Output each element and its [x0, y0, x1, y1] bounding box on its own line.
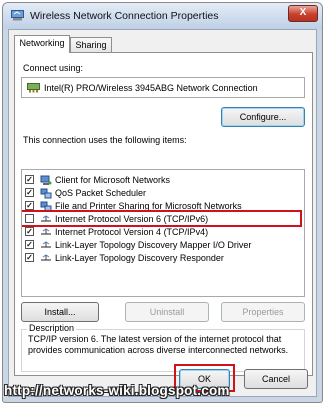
- configure-button[interactable]: Configure...: [221, 107, 305, 127]
- close-button[interactable]: X: [288, 5, 318, 22]
- protocol-icon: [41, 241, 51, 248]
- item-checkbox[interactable]: ✓: [25, 240, 34, 249]
- item-label: Internet Protocol Version 4 (TCP/IPv4): [55, 227, 209, 237]
- item-label: Client for Microsoft Networks: [55, 175, 171, 185]
- item-label: QoS Packet Scheduler: [55, 188, 147, 198]
- uninstall-button[interactable]: Uninstall: [125, 302, 209, 322]
- tab-sharing[interactable]: Sharing: [70, 37, 112, 53]
- description-box: TCP/IP version 6. The latest version of …: [21, 329, 305, 372]
- dialog-client: Networking Sharing Connect using: Intel(…: [8, 29, 317, 397]
- window-title: Wireless Network Connection Properties: [30, 10, 219, 22]
- list-item-selected[interactable]: Internet Protocol Version 6 (TCP/IPv6): [22, 210, 304, 227]
- description-text: TCP/IP version 6. The latest version of …: [28, 334, 289, 355]
- item-checkbox[interactable]: ✓: [25, 253, 34, 262]
- protocol-icon: [41, 215, 51, 222]
- item-label: Internet Protocol Version 6 (TCP/IPv6): [55, 214, 209, 224]
- item-checkbox[interactable]: ✓: [25, 201, 34, 210]
- list-item[interactable]: ✓ Client for Microsoft Networks: [22, 174, 304, 187]
- title-bar: Wireless Network Connection Properties X: [3, 3, 322, 29]
- item-label: Link-Layer Topology Discovery Mapper I/O…: [55, 240, 252, 250]
- item-checkbox[interactable]: [25, 214, 34, 223]
- cancel-button[interactable]: Cancel: [244, 369, 308, 389]
- network-adapter-icon: [11, 10, 24, 21]
- list-item[interactable]: ✓ Link-Layer Topology Discovery Responde…: [22, 252, 304, 265]
- item-checkbox[interactable]: ✓: [25, 227, 34, 236]
- protocol-icon: [41, 228, 51, 235]
- networking-panel: Connect using: Intel(R) PRO/Wireless 394…: [14, 52, 313, 376]
- tab-networking[interactable]: Networking: [14, 35, 70, 53]
- network-client-icon: [40, 175, 52, 185]
- properties-window: Wireless Network Connection Properties X…: [2, 2, 323, 403]
- list-item[interactable]: ✓ Link-Layer Topology Discovery Mapper I…: [22, 239, 304, 252]
- item-label: Link-Layer Topology Discovery Responder: [55, 253, 224, 263]
- properties-button[interactable]: Properties: [221, 302, 305, 322]
- item-checkbox[interactable]: ✓: [25, 188, 34, 197]
- items-list[interactable]: ✓ Client for Microsoft Networks ✓ QoS Pa…: [21, 169, 305, 297]
- adapter-field: Intel(R) PRO/Wireless 3945ABG Network Co…: [21, 77, 305, 98]
- list-item[interactable]: ✓ QoS Packet Scheduler: [22, 187, 304, 200]
- connect-using-label: Connect using:: [23, 63, 84, 73]
- item-checkbox[interactable]: ✓: [25, 175, 34, 184]
- adapter-name: Intel(R) PRO/Wireless 3945ABG Network Co…: [44, 83, 258, 93]
- network-service-icon: [40, 188, 52, 199]
- list-item[interactable]: ✓ Internet Protocol Version 4 (TCP/IPv4): [22, 226, 304, 239]
- protocol-icon: [41, 254, 51, 261]
- network-adapter-icon: [27, 83, 40, 93]
- install-button[interactable]: Install...: [21, 302, 99, 322]
- watermark-text: http://networks-wiki.blogspot.com: [4, 383, 230, 398]
- items-label: This connection uses the following items…: [23, 135, 187, 145]
- description-label: Description: [27, 323, 77, 333]
